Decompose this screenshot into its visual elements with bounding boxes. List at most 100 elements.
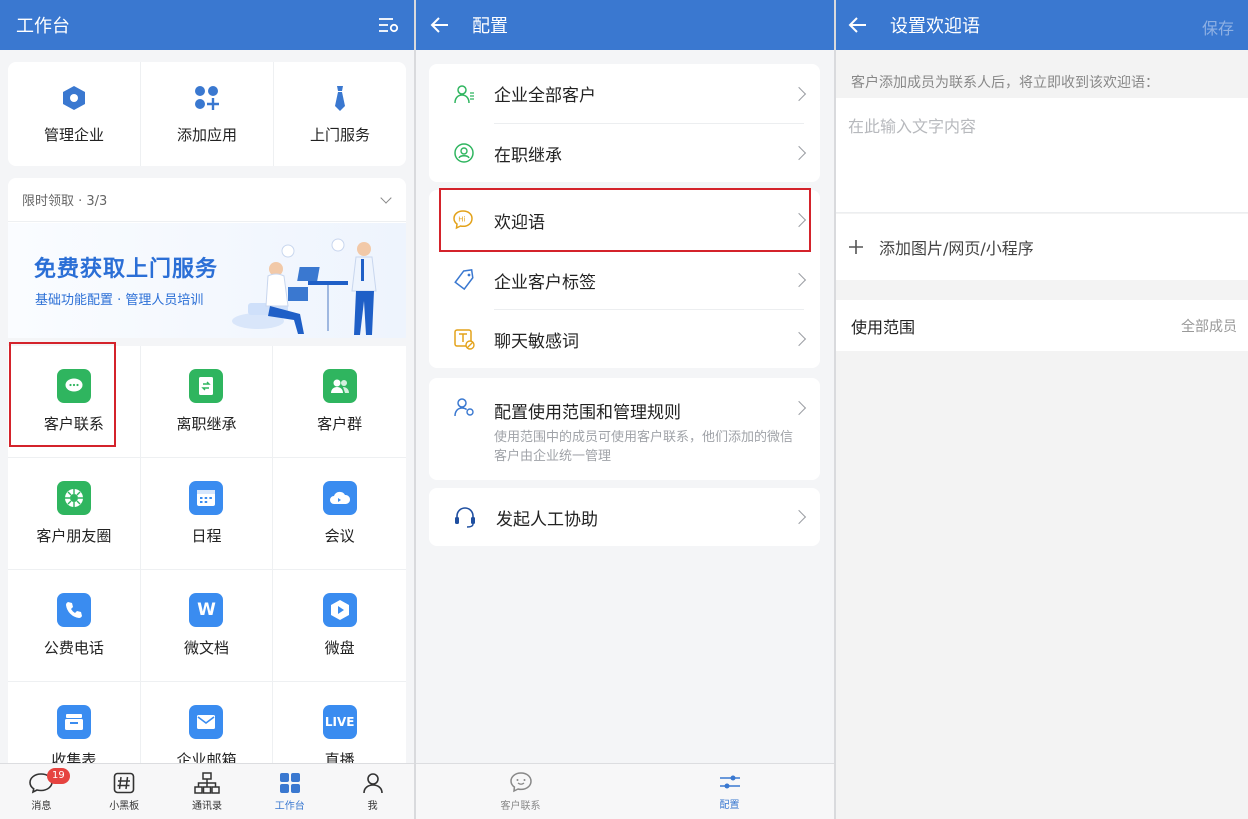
tab-config-label: 配置 [719, 800, 740, 811]
live-icon-text: LIVE [324, 715, 355, 729]
app-business-phone[interactable]: 公费电话 [8, 570, 141, 682]
app-wedoc[interactable]: W 微文档 [140, 570, 274, 682]
tab-workbench-label: 工作台 [274, 800, 305, 812]
page-title: 设置欢迎语 [890, 16, 980, 37]
app-label: 离职继承 [176, 415, 237, 433]
headset-icon [455, 507, 475, 528]
add-app-button[interactable]: 添加应用 [141, 62, 274, 166]
app-label: 公费电话 [43, 639, 104, 657]
tab-config[interactable]: 配置 [625, 764, 834, 819]
config-tabbar: 客户联系 配置 [416, 763, 834, 819]
row-label: 企业客户标签 [494, 272, 596, 293]
customers-icon [454, 84, 474, 103]
add-app-label: 添加应用 [176, 125, 237, 144]
chevron-right-icon [791, 331, 807, 347]
app-resigned-inheritance[interactable]: 离职继承 [140, 346, 274, 458]
add-apps-icon [195, 85, 219, 110]
row-sensitive-words[interactable]: 聊天敏感词 [429, 310, 820, 368]
top-actions-card: 管理企业 添加应用 上门服务 [8, 62, 406, 166]
config-group-assist: 发起人工协助 [429, 488, 820, 546]
app-customer-moments[interactable]: 客户朋友圈 [8, 458, 141, 570]
app-calendar[interactable]: 日程 [140, 458, 274, 570]
grid-icon [279, 772, 300, 793]
settings-filter-icon[interactable] [378, 15, 400, 35]
app-label: 微文档 [183, 639, 229, 657]
tie-icon [335, 85, 345, 111]
usage-scope-row[interactable]: 使用范围 全部成员 [836, 300, 1248, 351]
aperture-icon [56, 481, 91, 515]
mail-icon [189, 705, 224, 739]
chevron-right-icon [791, 272, 807, 288]
promo-section-header[interactable]: 限时领取 · 3/3 [8, 178, 406, 222]
tab-customer-contact[interactable]: 客户联系 [416, 764, 625, 819]
tab-me[interactable]: 我 [331, 764, 414, 819]
highlight-welcome-message [439, 188, 811, 252]
onsite-service-button[interactable]: 上门服务 [274, 62, 406, 166]
tab-contacts-label: 通讯录 [191, 800, 222, 812]
hashtag-icon [113, 772, 135, 793]
promo-card[interactable]: 限时领取 · 3/3 免费获取上门服务 基础功能配置 · 管理人员培训 [8, 178, 406, 338]
smile-bubble-icon [509, 772, 532, 793]
tab-messages-label: 消息 [31, 800, 52, 812]
add-media-label: 添加图片/网页/小程序 [879, 239, 1034, 258]
tab-me-label: 我 [367, 800, 378, 812]
hexagon-icon [63, 85, 85, 110]
app-meeting[interactable]: 会议 [273, 458, 406, 570]
org-chart-icon [194, 771, 220, 794]
row-all-customers[interactable]: 企业全部客户 [429, 64, 820, 123]
page-title: 工作台 [16, 16, 70, 37]
tab-blackboard[interactable]: 小黑板 [83, 764, 166, 819]
manage-enterprise-label: 管理企业 [43, 125, 104, 144]
app-label: 客户朋友圈 [36, 527, 112, 545]
promo-banner[interactable]: 免费获取上门服务 基础功能配置 · 管理人员培训 [8, 223, 406, 338]
tag-icon [454, 269, 474, 291]
app-label: 会议 [324, 527, 355, 545]
tab-workbench[interactable]: 工作台 [248, 764, 331, 819]
usage-scope-value: 全部成员 [1181, 318, 1237, 335]
group-icon [322, 369, 357, 403]
tab-messages[interactable]: 消息 19 [0, 764, 83, 819]
workbench-header: 工作台 [0, 0, 414, 50]
config-group-customers: 企业全部客户 在职继承 [429, 64, 820, 182]
unread-badge: 19 [47, 768, 70, 784]
welcome-text-input[interactable]: 在此输入文字内容 [836, 98, 1248, 213]
chevron-right-icon [791, 145, 807, 161]
welcome-settings-panel: 设置欢迎语 保存 客户添加成员为联系人后，将立即收到该欢迎语： 在此输入文字内容… [836, 0, 1248, 819]
highlight-customer-contact [9, 342, 116, 447]
collector-icon [56, 705, 91, 739]
onsite-service-label: 上门服务 [309, 125, 370, 144]
config-panel: 配置 企业全部客户 在职继承 Hi 欢迎语 企业客户标签 聊天敏感词 配置使用范… [416, 0, 834, 819]
app-customer-group[interactable]: 客户群 [273, 346, 406, 458]
chevron-down-icon[interactable] [380, 192, 392, 204]
app-wedrive[interactable]: 微盘 [273, 570, 406, 682]
meeting-cloud-icon [322, 481, 357, 515]
row-human-assist[interactable]: 发起人工协助 [429, 488, 820, 546]
app-label: 微盘 [324, 639, 355, 657]
transfer-doc-icon [189, 369, 224, 403]
sensitive-word-icon [454, 329, 475, 350]
promo-section-label: 限时领取 · 3/3 [22, 194, 108, 209]
tab-customer-contact-label: 客户联系 [500, 801, 541, 812]
transfer-user-icon [454, 143, 474, 163]
row-label: 聊天敏感词 [494, 331, 579, 352]
manage-enterprise-button[interactable]: 管理企业 [8, 62, 141, 166]
input-placeholder: 在此输入文字内容 [848, 117, 977, 136]
row-label: 在职继承 [494, 145, 562, 166]
chevron-right-icon [791, 400, 807, 416]
row-inservice-inheritance[interactable]: 在职继承 [429, 124, 820, 182]
sliders-icon [719, 775, 740, 789]
promo-headline: 免费获取上门服务 [34, 257, 219, 282]
add-media-row[interactable]: 添加图片/网页/小程序 [836, 214, 1248, 280]
back-arrow-icon[interactable] [430, 15, 450, 39]
phone-icon [56, 593, 91, 627]
config-header: 配置 [416, 0, 834, 50]
config-group-scope[interactable]: 配置使用范围和管理规则 使用范围中的成员可使用客户联系，他们添加的微信客户由企业… [429, 378, 820, 480]
back-arrow-icon[interactable] [848, 15, 868, 39]
wedrive-icon [322, 593, 357, 627]
tab-contacts[interactable]: 通讯录 [166, 764, 249, 819]
chevron-right-icon [791, 509, 807, 525]
save-button[interactable]: 保存 [1202, 15, 1234, 39]
app-label: 日程 [191, 527, 222, 545]
row-label: 企业全部客户 [494, 86, 596, 106]
row-customer-tags[interactable]: 企业客户标签 [429, 251, 820, 309]
